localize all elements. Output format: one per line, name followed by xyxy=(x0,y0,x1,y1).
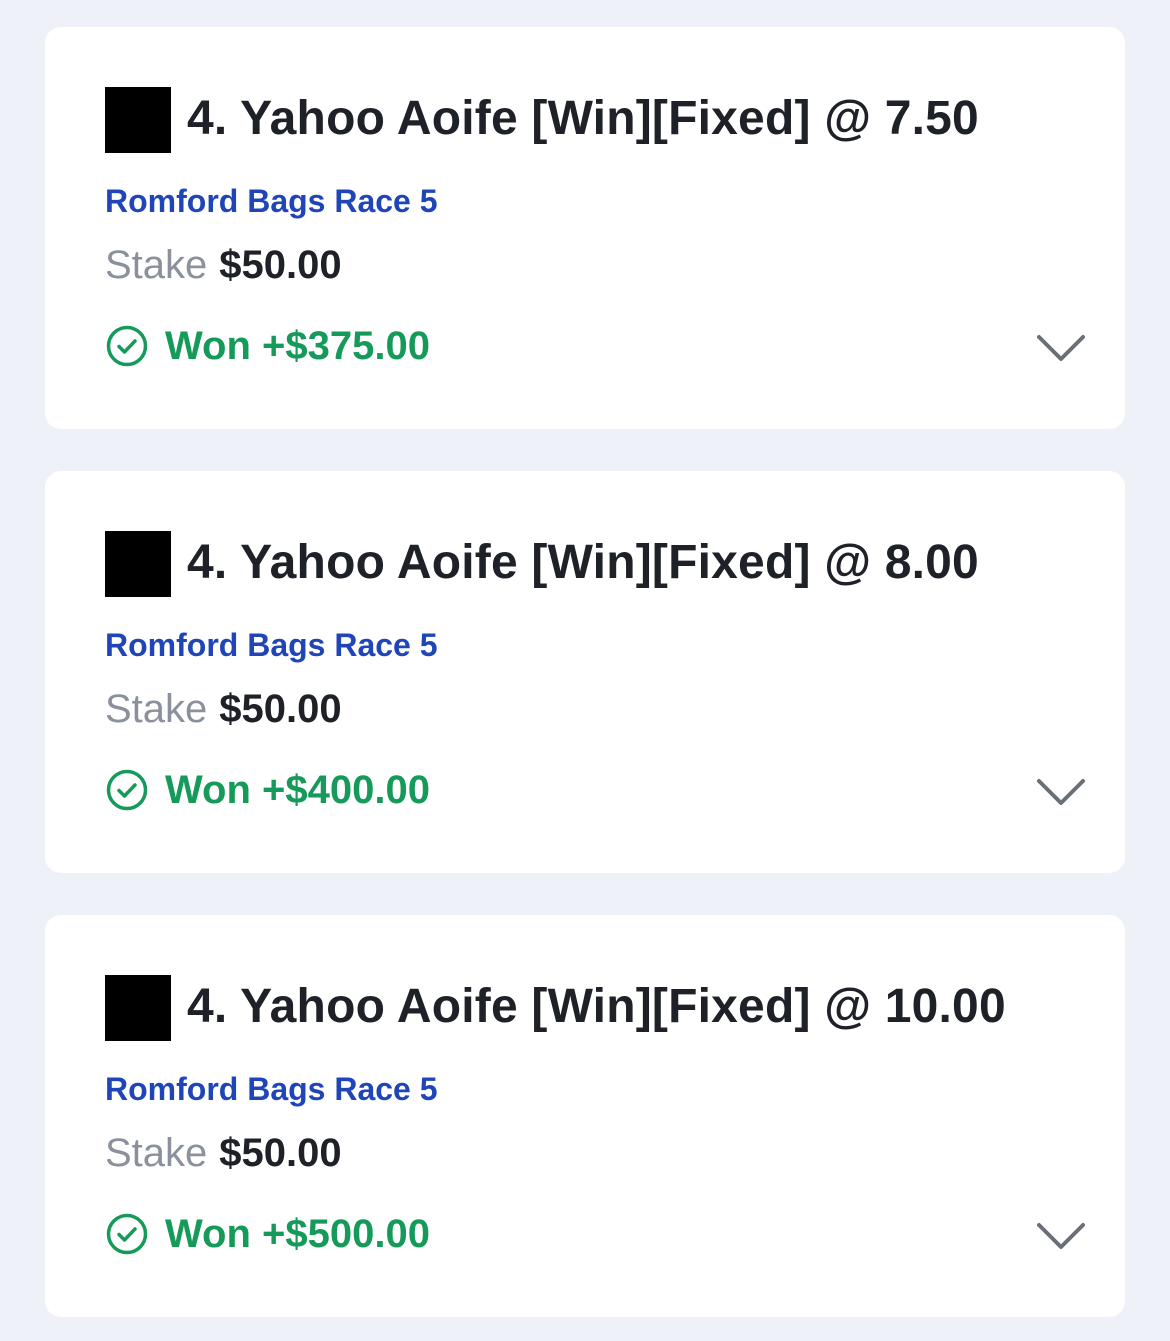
chevron-down-icon[interactable] xyxy=(1035,327,1087,367)
chevron-down-icon[interactable] xyxy=(1035,1215,1087,1255)
stake-value: $50.00 xyxy=(219,1131,342,1175)
check-circle-icon xyxy=(106,1213,148,1255)
bet-list: 4. Yahoo Aoife [Win][Fixed] @ 7.50 Romfo… xyxy=(45,27,1125,1317)
result-row: Won +$500.00 xyxy=(105,1209,430,1259)
race-link[interactable]: Romford Bags Race 5 xyxy=(105,625,438,665)
bet-selection-title: 4. Yahoo Aoife [Win][Fixed] @ 8.00 xyxy=(187,536,979,589)
result-row: Won +$400.00 xyxy=(105,765,430,815)
race-link[interactable]: Romford Bags Race 5 xyxy=(105,181,438,221)
jockey-silk-icon xyxy=(105,531,171,597)
jockey-silk-icon xyxy=(105,87,171,153)
result-text: Won +$375.00 xyxy=(165,324,430,368)
stake-row: Stake $50.00 xyxy=(105,1128,342,1178)
bet-selection-title: 4. Yahoo Aoife [Win][Fixed] @ 7.50 xyxy=(187,92,979,145)
stake-label: Stake xyxy=(105,243,208,287)
bet-selection-title: 4. Yahoo Aoife [Win][Fixed] @ 10.00 xyxy=(187,980,1006,1033)
chevron-down-icon[interactable] xyxy=(1035,771,1087,811)
bet-card[interactable]: 4. Yahoo Aoife [Win][Fixed] @ 10.00 Romf… xyxy=(45,915,1125,1317)
stake-value: $50.00 xyxy=(219,243,342,287)
check-circle-icon xyxy=(106,769,148,811)
stake-label: Stake xyxy=(105,1131,208,1175)
bet-card[interactable]: 4. Yahoo Aoife [Win][Fixed] @ 7.50 Romfo… xyxy=(45,27,1125,429)
stake-value: $50.00 xyxy=(219,687,342,731)
result-text: Won +$500.00 xyxy=(165,1212,430,1256)
result-text: Won +$400.00 xyxy=(165,768,430,812)
check-circle-icon xyxy=(106,325,148,367)
stake-row: Stake $50.00 xyxy=(105,684,342,734)
bet-card[interactable]: 4. Yahoo Aoife [Win][Fixed] @ 8.00 Romfo… xyxy=(45,471,1125,873)
race-link[interactable]: Romford Bags Race 5 xyxy=(105,1069,438,1109)
result-row: Won +$375.00 xyxy=(105,321,430,371)
jockey-silk-icon xyxy=(105,975,171,1041)
stake-label: Stake xyxy=(105,687,208,731)
stake-row: Stake $50.00 xyxy=(105,240,342,290)
